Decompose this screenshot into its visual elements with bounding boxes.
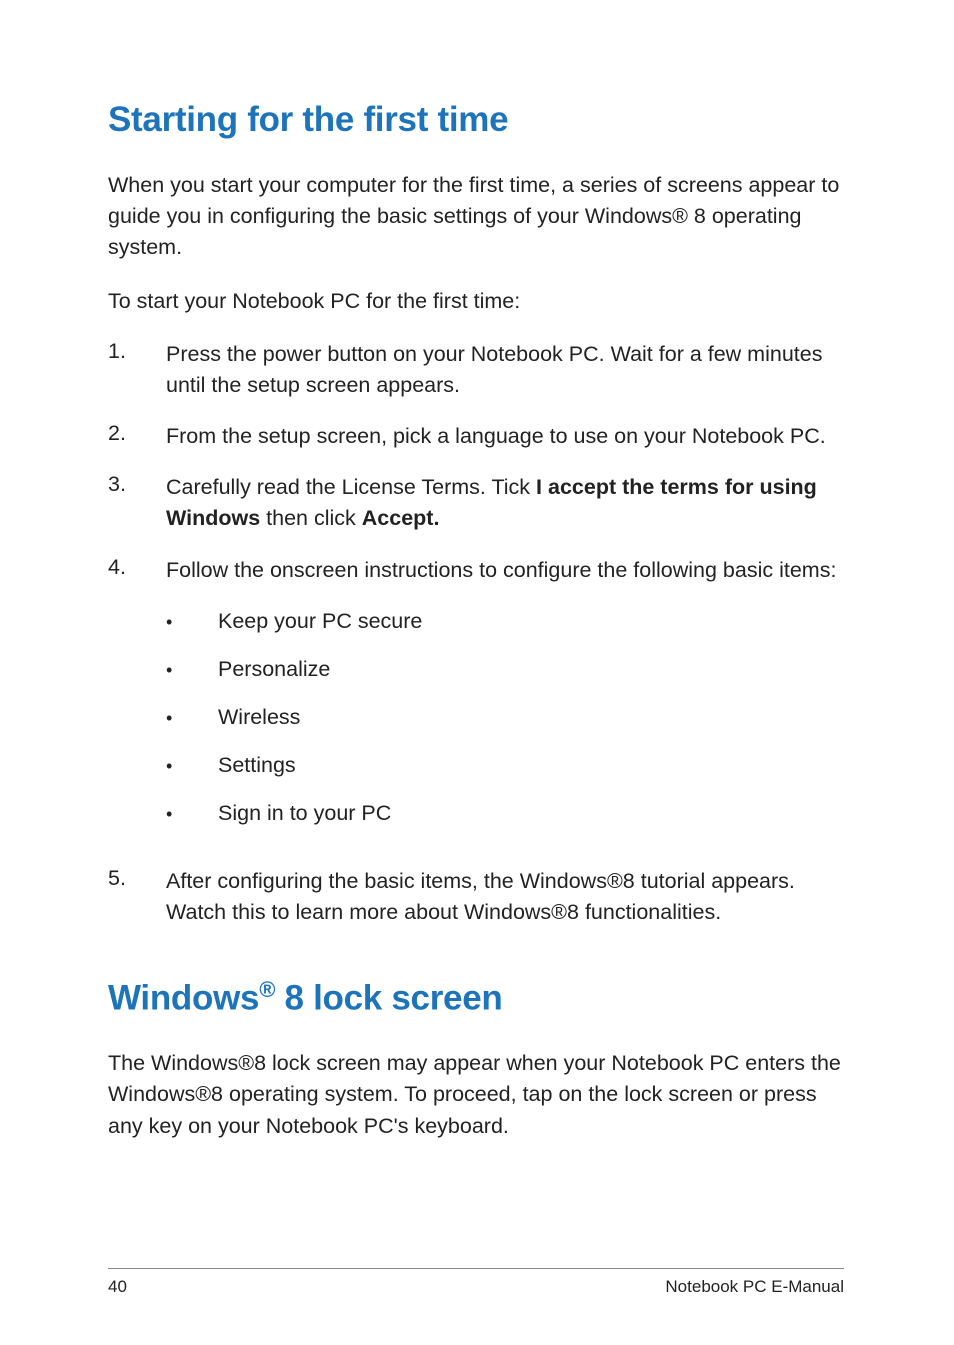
step-number: 1.	[108, 339, 166, 401]
step-text-mid: then click	[260, 506, 362, 530]
step-number: 5.	[108, 866, 166, 928]
page-number: 40	[108, 1277, 127, 1297]
sublist-item: • Keep your PC secure	[166, 606, 844, 636]
lead-paragraph: To start your Notebook PC for the first …	[108, 286, 844, 317]
step-text-bold: Accept.	[362, 506, 440, 530]
bullet-icon: •	[166, 798, 218, 828]
heading-pre: Windows	[108, 978, 259, 1017]
footer-title: Notebook PC E-Manual	[665, 1277, 844, 1297]
step-text: After configuring the basic items, the W…	[166, 866, 844, 928]
bullet-icon: •	[166, 702, 218, 732]
sublist-text: Sign in to your PC	[218, 798, 391, 828]
step-3: 3. Carefully read the License Terms. Tic…	[108, 472, 844, 534]
sublist-text: Settings	[218, 750, 296, 780]
sublist-item: • Sign in to your PC	[166, 798, 844, 828]
bullet-icon: •	[166, 750, 218, 780]
step-2: 2. From the setup screen, pick a languag…	[108, 421, 844, 452]
page-footer: 40 Notebook PC E-Manual	[108, 1268, 844, 1297]
section-lock-screen: Windows® 8 lock screen The Windows®8 loc…	[108, 977, 844, 1142]
step-number: 4.	[108, 555, 166, 847]
heading-starting: Starting for the first time	[108, 100, 844, 140]
step-number: 2.	[108, 421, 166, 452]
sublist-text: Keep your PC secure	[218, 606, 422, 636]
sublist-item: • Personalize	[166, 654, 844, 684]
bullet-icon: •	[166, 654, 218, 684]
step-text-pre: Carefully read the License Terms. Tick	[166, 475, 536, 499]
step-1: 1. Press the power button on your Notebo…	[108, 339, 844, 401]
bullet-icon: •	[166, 606, 218, 636]
step-text: Carefully read the License Terms. Tick I…	[166, 472, 844, 534]
heading-lock-screen: Windows® 8 lock screen	[108, 977, 844, 1019]
sublist-text: Wireless	[218, 702, 300, 732]
sublist-text: Personalize	[218, 654, 330, 684]
step-text: From the setup screen, pick a language t…	[166, 421, 844, 452]
page-content: Starting for the first time When you sta…	[0, 0, 954, 1142]
step-5: 5. After configuring the basic items, th…	[108, 866, 844, 928]
sublist-item: • Settings	[166, 750, 844, 780]
sublist-item: • Wireless	[166, 702, 844, 732]
intro-paragraph: When you start your computer for the fir…	[108, 170, 844, 264]
sublist: • Keep your PC secure • Personalize • Wi…	[166, 606, 844, 828]
heading-post: 8 lock screen	[275, 978, 502, 1017]
step-text: Press the power button on your Notebook …	[166, 339, 844, 401]
step-text: Follow the onscreen instructions to conf…	[166, 555, 844, 847]
step-text-main: Follow the onscreen instructions to conf…	[166, 558, 836, 582]
step-4: 4. Follow the onscreen instructions to c…	[108, 555, 844, 847]
step-number: 3.	[108, 472, 166, 534]
registered-symbol: ®	[259, 977, 275, 1002]
lock-screen-body: The Windows®8 lock screen may appear whe…	[108, 1048, 844, 1142]
